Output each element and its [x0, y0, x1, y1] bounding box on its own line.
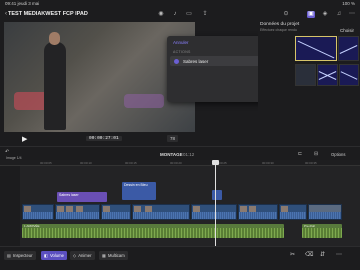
zoom-level[interactable]: 78 — [167, 135, 179, 142]
play-icon[interactable]: ▶ — [22, 135, 27, 143]
primary-storyline — [22, 204, 342, 220]
status-time: 09:41 jeudi 3 mai — [5, 1, 40, 6]
playhead[interactable] — [212, 160, 219, 246]
bottom-toolbar: ▤ Inspecteur ◧ Volume ◇ Animer ▦ Multicam ✂ … — [0, 246, 360, 270]
multicam-icon: ▦ — [102, 253, 106, 258]
more-icon[interactable]: ⋯ — [348, 11, 356, 18]
multicam-button[interactable]: ▦ Multicam — [99, 251, 128, 260]
browser-thumbnail[interactable] — [339, 64, 359, 86]
library-icon[interactable]: ◈ — [321, 11, 329, 18]
export-icon[interactable]: ⇪ — [201, 11, 209, 18]
ruler-tick: 00:00:30 — [262, 161, 274, 165]
timeline-header: Image 1/4 ↶ MONTAGE 01:12 ⊏ ⊟ Options — [0, 146, 360, 160]
status-bar: 09:41 jeudi 3 mai 100 % — [0, 0, 360, 8]
split-icon[interactable]: ✂ — [290, 251, 295, 258]
video-clip[interactable] — [55, 204, 100, 220]
project-duration: 01:12 — [183, 152, 195, 157]
video-clip[interactable] — [22, 204, 54, 220]
inspector-icon: ▤ — [7, 253, 11, 258]
popup-item-lightsaber[interactable]: Sabres laser — [170, 56, 260, 66]
timeline-ruler: 00:00:05 00:00:10 00:00:15 00:00:20 00:0… — [0, 160, 360, 166]
actions-popup: Annuler ACTIONS Sabres laser — [167, 36, 263, 102]
project-label: MONTAGE — [160, 152, 183, 157]
mic-icon[interactable]: ♪ — [171, 11, 179, 18]
volume-button[interactable]: ◧ Volume — [41, 251, 67, 260]
snapping-icon[interactable]: ⊏ — [298, 151, 302, 157]
ellipsis-icon[interactable]: ⊙ — [282, 11, 290, 18]
video-clip[interactable] — [279, 204, 307, 220]
browser-thumbnail[interactable] — [295, 36, 337, 61]
animate-icon: ◇ — [73, 253, 77, 258]
ruler-tick: 00:00:05 — [40, 161, 52, 165]
lightsaber-icon — [174, 58, 179, 64]
media-browser: Données du projet Effectuez chaque rendu… — [258, 22, 360, 150]
music-clip[interactable]: Pre-Roll — [302, 224, 342, 238]
music-icon[interactable]: ♫ — [335, 11, 343, 18]
cancel-button[interactable]: Annuler — [173, 40, 189, 45]
undo-icon[interactable]: ↶ — [5, 149, 9, 155]
title-clip[interactable]: Sabres laser — [57, 192, 107, 202]
ruler-tick: 00:00:15 — [125, 161, 137, 165]
timeline[interactable]: 00:00:05 00:00:10 00:00:15 00:00:20 00:0… — [0, 160, 360, 246]
video-clip[interactable] — [132, 204, 190, 220]
status-battery: 100 % — [342, 1, 355, 6]
volume-icon: ◧ — [44, 253, 48, 258]
browser-thumbnail[interactable] — [338, 36, 359, 61]
title-bar: ‹ TEST MEDIAKWEST FCP IPAD ◉ ♪ ▭ ⇪ ⊙ ▣ ◈… — [0, 8, 360, 22]
browser-title: Données du projet — [260, 22, 300, 27]
browser-thumbnail[interactable] — [295, 64, 316, 86]
trash-icon[interactable]: ⌫ — [305, 251, 313, 258]
options-button[interactable]: Options — [331, 152, 345, 157]
title-clip[interactable]: Dessin en Bleu — [122, 182, 156, 200]
title-clip[interactable] — [212, 190, 222, 200]
popup-item-label: Sabres laser — [183, 58, 209, 64]
ruler-tick: 00:00:10 — [80, 161, 92, 165]
animate-button[interactable]: ◇ Animer — [70, 251, 95, 260]
ruler-tick: 00:00:20 — [170, 161, 182, 165]
viewer-person — [44, 42, 66, 130]
video-clip[interactable] — [191, 204, 237, 220]
clip-appearance-icon[interactable]: ⊟ — [314, 151, 318, 157]
browser-subtitle: Effectuez chaque rendu — [260, 28, 297, 32]
voiceover-icon[interactable]: ▭ — [185, 11, 193, 18]
popup-section-title: ACTIONS — [173, 50, 191, 54]
video-clip[interactable] — [238, 204, 278, 220]
audio-label: Pre-Roll — [304, 224, 315, 228]
detach-icon[interactable]: ⇵ — [320, 251, 325, 258]
more-actions-icon[interactable]: ⋯ — [336, 251, 342, 258]
video-clip[interactable] — [308, 204, 342, 220]
video-clip[interactable] — [101, 204, 131, 220]
music-clip[interactable]: 1 ARRIVÉE — [22, 224, 284, 238]
inspector-button[interactable]: ▤ Inspecteur — [4, 251, 36, 260]
viewer-person-head — [49, 32, 60, 45]
project-title: TEST MEDIAKWEST FCP IPAD — [8, 11, 88, 17]
timecode: 00:00:27:01 — [86, 136, 122, 141]
choose-button[interactable]: Choisir — [340, 28, 354, 33]
camera-icon[interactable]: ◉ — [157, 11, 165, 18]
timeline-gutter — [0, 166, 20, 246]
ruler-tick: 00:00:35 — [305, 161, 317, 165]
viewer-graffiti — [124, 94, 164, 108]
photos-icon[interactable]: ▣ — [307, 11, 315, 18]
audio-label: 1 ARRIVÉE — [24, 224, 40, 228]
viewer-controls: ▶ 00:00:27:01 78 — [4, 132, 195, 146]
browser-thumbnail[interactable] — [317, 64, 338, 86]
